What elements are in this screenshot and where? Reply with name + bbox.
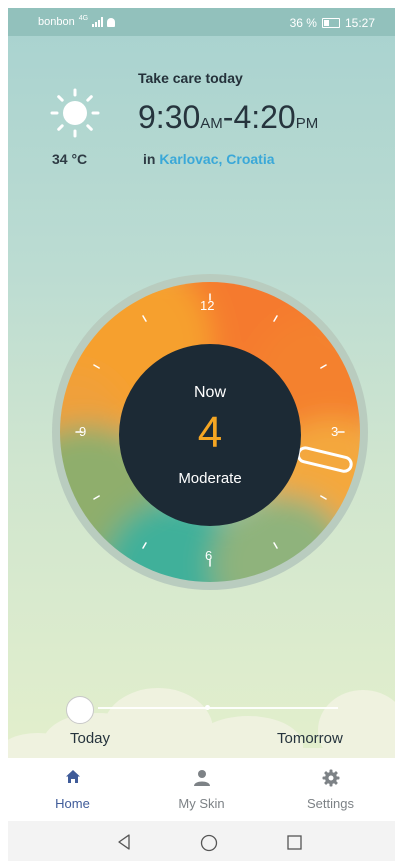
nav-my-skin-label: My Skin <box>178 796 225 811</box>
back-icon[interactable] <box>116 834 132 850</box>
home-circle-icon[interactable] <box>200 834 218 852</box>
tomorrow-label[interactable]: Tomorrow <box>277 730 343 747</box>
nav-my-skin[interactable]: My Skin <box>137 758 266 820</box>
hour-label-3: 3 <box>331 424 339 439</box>
end-ampm: PM <box>295 115 319 132</box>
time-separator: - <box>222 99 234 135</box>
temperature: 34 °C <box>52 151 88 167</box>
nav-home-label: Home <box>55 796 90 811</box>
hour-label-12: 12 <box>200 298 215 313</box>
start-time: 9:30 <box>138 99 201 135</box>
status-time: 15:27 <box>344 16 375 30</box>
nav-settings[interactable]: Settings <box>266 758 395 820</box>
now-label: Now <box>193 384 226 401</box>
status-bar: bonbon 4G 36 % 15:27 <box>8 8 395 36</box>
uv-index-display: Now 4 Moderate <box>119 344 301 526</box>
sun-icon <box>50 88 100 138</box>
protection-time-range: 9:30AM-4:20PM <box>138 99 318 136</box>
page-title: Take care today <box>138 70 243 86</box>
network-label: 4G <box>78 14 89 22</box>
start-ampm: AM <box>200 115 223 132</box>
day-slider-midpoint <box>205 705 210 710</box>
end-time: 4:20 <box>233 99 296 135</box>
carrier-label: bonbon <box>38 16 75 28</box>
hour-label-9: 9 <box>79 424 87 439</box>
home-icon <box>65 770 80 783</box>
today-label[interactable]: Today <box>70 730 110 747</box>
system-navigation-bar <box>8 821 395 861</box>
battery-percent: 36 % <box>289 16 317 30</box>
bottom-navigation: Home My Skin Settings <box>8 758 395 820</box>
recents-icon[interactable] <box>287 835 302 850</box>
location: in Karlovac, Croatia <box>143 151 275 167</box>
gear-icon <box>322 769 339 787</box>
nav-home[interactable]: Home <box>8 758 137 820</box>
signal-icon <box>92 17 104 27</box>
day-slider-thumb[interactable] <box>66 696 94 724</box>
battery-icon <box>321 18 340 28</box>
uv-level-label: Moderate <box>178 470 242 487</box>
hour-label-6: 6 <box>205 548 213 563</box>
day-slider-track[interactable] <box>98 707 338 709</box>
bell-icon <box>107 17 116 27</box>
nav-settings-label: Settings <box>307 796 354 811</box>
person-icon <box>193 770 210 786</box>
location-prefix: in <box>143 151 156 167</box>
location-link[interactable]: Karlovac, Croatia <box>159 151 274 167</box>
app-screen: bonbon 4G 36 % 15:27 34 °C Take care tod… <box>8 8 395 758</box>
uv-index-value: 4 <box>197 408 223 457</box>
